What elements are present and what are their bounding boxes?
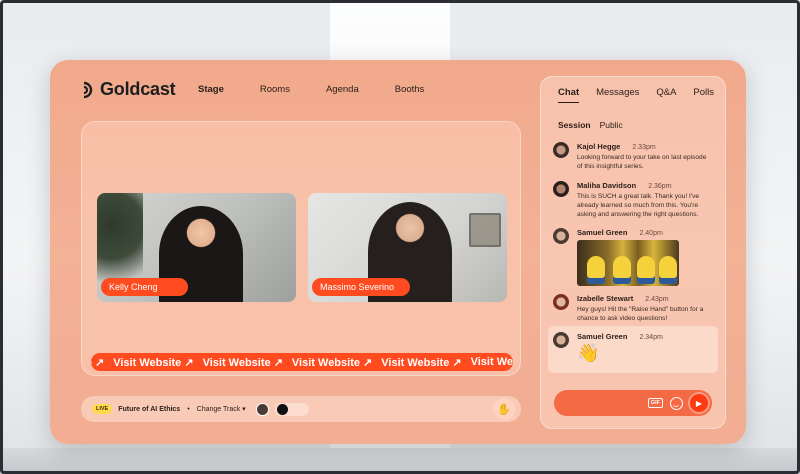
subtab-session[interactable]: Session <box>558 120 591 130</box>
avatar <box>553 142 569 158</box>
gif-image[interactable] <box>577 240 679 286</box>
chat-subtabs: Session Public <box>558 120 623 130</box>
participant-name-tag: Kelly Cheng <box>101 278 188 296</box>
emoji-icon[interactable] <box>670 396 683 410</box>
avatar <box>553 181 569 197</box>
separator: • <box>187 405 190 413</box>
subtab-public[interactable]: Public <box>600 120 623 130</box>
message-author: Kajol Hegge <box>577 142 621 151</box>
session-bar: LIVE Future of AI Ethics • Change Track … <box>81 396 521 422</box>
logo-text: Goldcast <box>100 79 176 99</box>
avatar <box>553 332 569 348</box>
raise-hand-button[interactable]: ✋ <box>493 398 515 420</box>
video-tile-massimo[interactable]: Massimo Severino <box>308 193 507 302</box>
session-title: Future of AI Ethics <box>118 405 181 413</box>
nav-item-rooms[interactable]: Rooms <box>260 84 290 95</box>
tab-chat[interactable]: Chat <box>558 87 580 103</box>
message-author: Samuel Green <box>577 228 628 237</box>
stage-area: Kelly Cheng Massimo Severino site ↗ Visi… <box>81 121 521 376</box>
avatar <box>553 228 569 244</box>
ticker-item[interactable]: Visit Website ↗ <box>113 356 193 369</box>
message-text: Looking forward to your take on last epi… <box>577 154 707 170</box>
gif-button[interactable]: GIF <box>647 398 663 408</box>
send-button[interactable]: ▶ <box>690 394 708 412</box>
visit-website-ticker[interactable]: site ↗ Visit Website ↗ Visit Website ↗ V… <box>91 353 513 371</box>
message-text: Hey guys! Hit the "Raise Hand" button fo… <box>577 306 704 322</box>
ticker-item[interactable]: Visit Website ↗ <box>203 356 283 369</box>
tab-messages[interactable]: Messages <box>596 87 639 103</box>
goldcast-logo[interactable]: Goldcast <box>82 79 176 100</box>
change-track-button[interactable]: Change Track ▾ <box>197 405 246 413</box>
chat-message: Samuel Green 2.40pm <box>553 228 719 286</box>
waving-hand-icon: 👋 <box>577 343 600 363</box>
goldcast-event-panel: Goldcast Stage Rooms Agenda Booths Kelly… <box>50 60 746 444</box>
message-time: 2.33pm <box>632 144 656 151</box>
nav-item-stage[interactable]: Stage <box>198 84 224 95</box>
ticker-item[interactable]: Visit Website <box>471 356 513 368</box>
nav-item-agenda[interactable]: Agenda <box>326 84 359 95</box>
chat-tabs: Chat Messages Q&A Polls <box>558 87 714 103</box>
chat-message: Izabelle Stewart 2.43pm Hey guys! Hit th… <box>553 294 719 324</box>
video-tile-kelly[interactable]: Kelly Cheng <box>97 193 296 302</box>
message-time: 2.43pm <box>645 296 669 303</box>
goldcast-logo-icon <box>82 81 96 99</box>
ticker-item[interactable]: Visit Website ↗ <box>381 356 461 369</box>
message-time: 2.36pm <box>648 183 672 190</box>
background-picture <box>469 213 501 247</box>
tab-polls[interactable]: Polls <box>693 87 714 103</box>
tab-qa[interactable]: Q&A <box>656 87 676 103</box>
message-author: Izabelle Stewart <box>577 294 634 303</box>
message-time: 2.34pm <box>639 334 663 341</box>
message-author: Maliha Davidson <box>577 181 637 190</box>
ticker-item[interactable]: Visit Website ↗ <box>292 356 372 369</box>
live-badge: LIVE <box>92 404 113 414</box>
participant-name-tag: Massimo Severino <box>312 278 411 296</box>
chat-input[interactable]: GIF ▶ <box>554 390 712 416</box>
floor <box>0 448 800 474</box>
chat-message: Kajol Hegge 2.33pm Looking forward to yo… <box>553 142 719 172</box>
toggle-knob <box>276 403 288 415</box>
chat-message: Maliha Davidson 2.36pm This is SUCH a gr… <box>553 181 719 220</box>
toggle-switch[interactable] <box>274 402 309 416</box>
avatar <box>553 294 569 310</box>
ticker-item[interactable]: site ↗ <box>91 356 104 369</box>
chat-message: Samuel Green 2.34pm 👋 <box>553 332 719 364</box>
nav-item-booths[interactable]: Booths <box>395 84 425 95</box>
raise-hand-icon: ✋ <box>497 403 511 416</box>
chat-panel: Chat Messages Q&A Polls Session Public K… <box>540 76 726 429</box>
message-text: This is SUCH a great talk. Thank you! I'… <box>577 193 700 218</box>
message-time: 2.40pm <box>639 230 663 237</box>
message-author: Samuel Green <box>577 332 628 341</box>
top-nav: Stage Rooms Agenda Booths <box>198 84 460 95</box>
avatar[interactable] <box>255 402 269 416</box>
